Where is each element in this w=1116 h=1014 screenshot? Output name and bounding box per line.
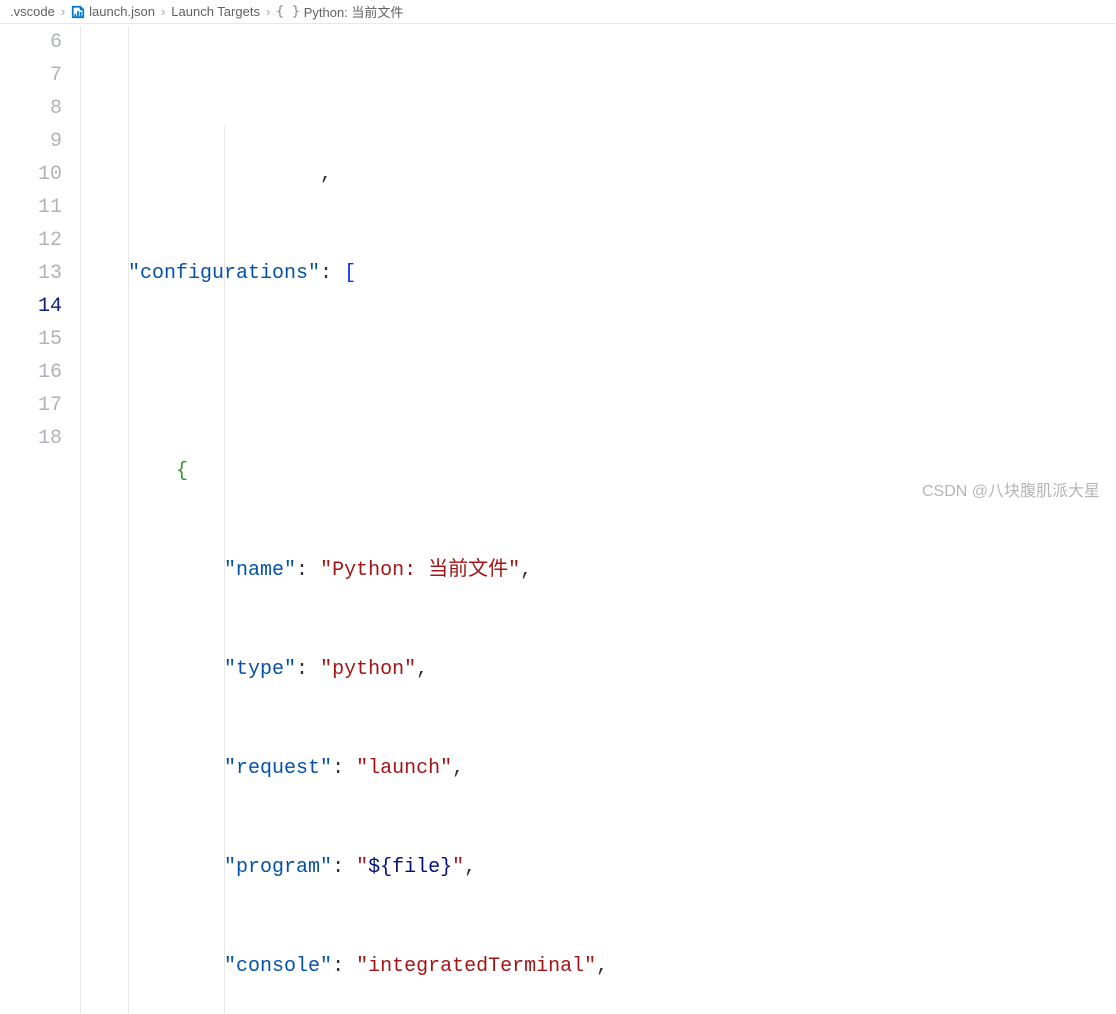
line-number: 16 (0, 356, 62, 389)
line-number-gutter: 6 7 8 9 10 11 12 13 14 15 16 17 18 (0, 26, 80, 1014)
indent-guide (224, 125, 225, 1014)
line-number: 17 (0, 389, 62, 422)
code-line: { (80, 455, 1116, 488)
json-object-icon: { } (276, 4, 299, 19)
line-number: 10 (0, 158, 62, 191)
line-number: 7 (0, 59, 62, 92)
code-editor[interactable]: 6 7 8 9 10 11 12 13 14 15 16 17 18 , "co… (0, 24, 1116, 1014)
code-line: "program": "${file}", (80, 851, 1116, 884)
line-number: 12 (0, 224, 62, 257)
code-line: "name": "Python: 当前文件", (80, 554, 1116, 587)
settings-json-icon (71, 5, 85, 19)
code-line: "configurations": [ (80, 257, 1116, 290)
code-line (80, 356, 1116, 389)
code-line: "type": "python", (80, 653, 1116, 686)
line-number: 6 (0, 26, 62, 59)
breadcrumb-config[interactable]: Python: 当前文件 (304, 2, 404, 21)
line-number: 11 (0, 191, 62, 224)
line-number: 13 (0, 257, 62, 290)
line-number-current: 14 (0, 290, 62, 323)
line-number: 9 (0, 125, 62, 158)
line-number: 15 (0, 323, 62, 356)
chevron-right-icon: › (61, 4, 65, 19)
chevron-right-icon: › (161, 4, 165, 19)
code-line: "console": "integratedTerminal", (80, 950, 1116, 983)
line-number: 8 (0, 92, 62, 125)
line-number: 18 (0, 422, 62, 455)
breadcrumb-file[interactable]: launch.json (89, 4, 155, 19)
breadcrumb-folder[interactable]: .vscode (10, 4, 55, 19)
code-line: , (80, 158, 1116, 191)
chevron-right-icon: › (266, 4, 270, 19)
code-content[interactable]: , "configurations": [ { "name": "Python:… (80, 26, 1116, 1014)
code-line: "request": "launch", (80, 752, 1116, 785)
breadcrumb[interactable]: .vscode › launch.json › Launch Targets ›… (0, 0, 1116, 24)
breadcrumb-section[interactable]: Launch Targets (171, 4, 260, 19)
